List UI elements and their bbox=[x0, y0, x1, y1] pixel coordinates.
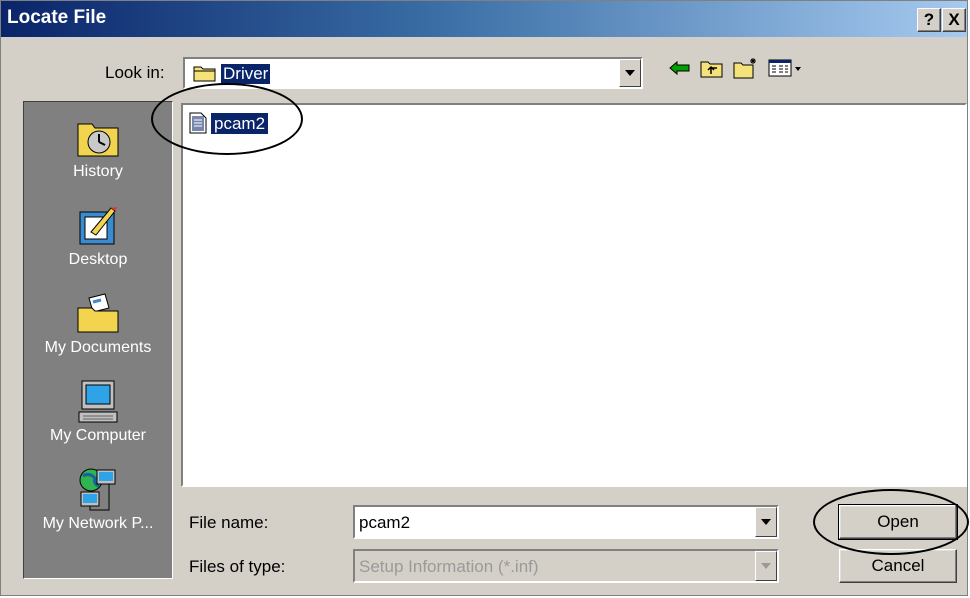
setup-info-file-icon bbox=[189, 112, 207, 134]
file-name-dropdown-button[interactable] bbox=[755, 507, 777, 537]
look-in-dropdown-button[interactable] bbox=[619, 59, 641, 87]
locate-file-dialog: Locate File ? X Look in: Driver History … bbox=[0, 0, 969, 596]
my-network-places-icon bbox=[79, 468, 116, 511]
help-button[interactable]: ? bbox=[917, 8, 941, 32]
my-computer-icon bbox=[78, 380, 118, 423]
look-in-label: Look in: bbox=[105, 63, 165, 82]
chevron-down-icon bbox=[625, 70, 635, 76]
up-one-level-icon[interactable] bbox=[697, 53, 727, 83]
chevron-down-icon bbox=[761, 563, 771, 569]
files-of-type-combo[interactable]: Setup Information (*.inf) bbox=[353, 549, 779, 583]
my-documents-icon bbox=[77, 293, 119, 333]
place-label: My Network P... bbox=[42, 515, 154, 532]
place-my-computer[interactable]: My Computer bbox=[24, 378, 172, 445]
place-label: History bbox=[73, 163, 123, 180]
places-bar: History Desktop My Documents My Computer… bbox=[23, 101, 173, 579]
place-label: My Documents bbox=[44, 339, 152, 356]
place-history[interactable]: History bbox=[24, 114, 172, 181]
chevron-down-icon bbox=[761, 519, 771, 525]
file-list[interactable]: pcam2 bbox=[183, 105, 965, 485]
view-menu-icon[interactable] bbox=[765, 53, 805, 83]
files-of-type-label: Files of type: bbox=[189, 557, 286, 576]
cancel-button[interactable]: Cancel bbox=[839, 549, 957, 583]
place-label: My Computer bbox=[49, 427, 147, 444]
back-arrow-icon[interactable] bbox=[665, 53, 695, 83]
history-icon bbox=[77, 123, 119, 157]
file-name-combo[interactable]: pcam2 bbox=[353, 505, 779, 539]
title-bar[interactable]: Locate File ? X bbox=[1, 1, 967, 37]
look-in-combo[interactable]: Driver bbox=[183, 57, 643, 89]
open-button[interactable]: Open bbox=[838, 504, 958, 540]
file-name-label: File name: bbox=[189, 513, 269, 532]
list-item[interactable]: pcam2 bbox=[189, 111, 270, 135]
place-desktop[interactable]: Desktop bbox=[24, 202, 172, 269]
place-my-network-places[interactable]: My Network P... bbox=[24, 466, 172, 533]
desktop-icon bbox=[79, 207, 117, 245]
place-label: Desktop bbox=[68, 251, 128, 268]
place-my-documents[interactable]: My Documents bbox=[24, 290, 172, 357]
file-name: pcam2 bbox=[209, 111, 270, 135]
look-in-value: Driver bbox=[221, 64, 271, 84]
files-of-type-value: Setup Information (*.inf) bbox=[359, 557, 539, 576]
file-name-field[interactable]: pcam2 bbox=[359, 513, 410, 533]
close-button[interactable]: X bbox=[942, 8, 966, 32]
files-of-type-dropdown-button[interactable] bbox=[755, 551, 777, 581]
folder-icon bbox=[193, 64, 217, 87]
window-title: Locate File bbox=[7, 7, 107, 28]
new-folder-icon[interactable] bbox=[731, 53, 761, 83]
